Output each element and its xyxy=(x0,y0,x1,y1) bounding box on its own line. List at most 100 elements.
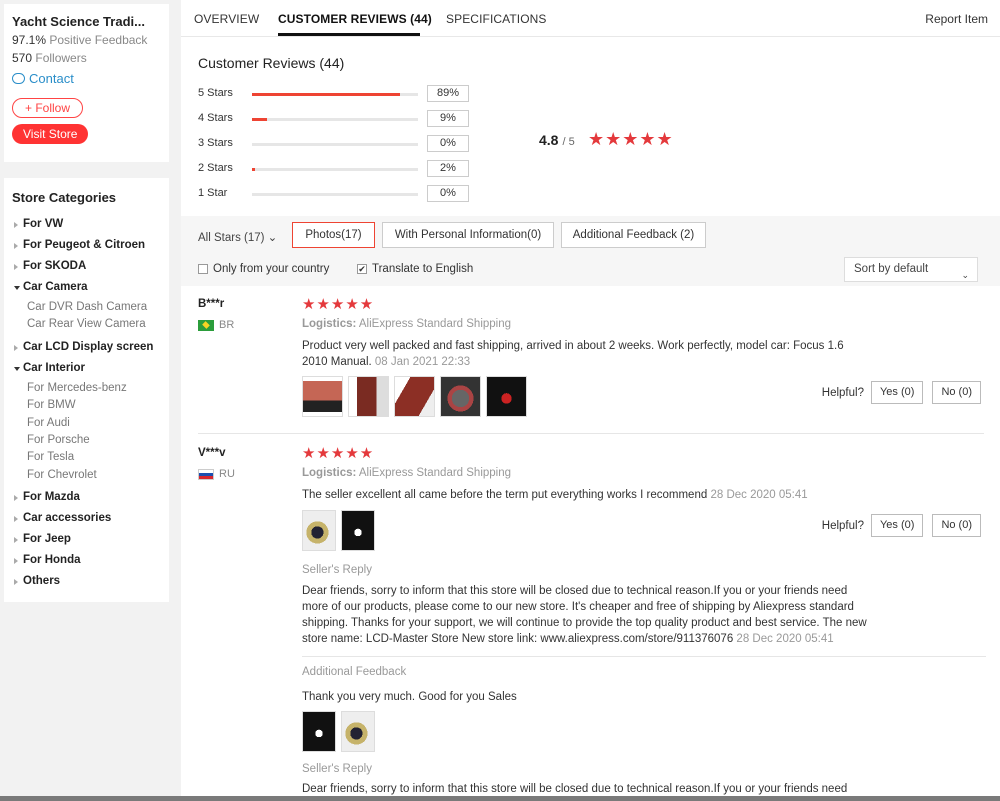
review-star-icons: ★★★★★ xyxy=(302,296,375,313)
category-item[interactable]: For Mazda xyxy=(12,488,161,509)
expand-arrow-icon xyxy=(14,243,18,249)
category-label: Car Camera xyxy=(23,281,88,293)
reviewer-country: RU xyxy=(198,468,235,480)
category-item[interactable]: Car Interior xyxy=(12,359,161,380)
review-photo-thumbnail[interactable] xyxy=(341,510,375,551)
category-label: Car accessories xyxy=(23,512,112,525)
logistics-label: Logistics: xyxy=(302,467,357,479)
tab-overview[interactable]: OVERVIEW xyxy=(194,12,259,26)
category-item[interactable]: Car LCD Display screen xyxy=(12,338,161,359)
subcategory-item[interactable]: For Audi xyxy=(12,415,161,432)
distribution-percent: 9% xyxy=(427,110,469,127)
review-photo-thumbnail[interactable] xyxy=(341,711,375,752)
contact-label: Contact xyxy=(29,71,74,86)
review-text: Product very well packed and fast shippi… xyxy=(302,338,872,370)
country-code: BR xyxy=(219,319,235,331)
category-item[interactable]: For SKODA xyxy=(12,257,161,278)
filter-photos-button[interactable]: Photos(17) xyxy=(292,222,375,248)
subcategory-item[interactable]: For Tesla xyxy=(12,449,161,466)
distribution-bar-fill xyxy=(252,93,400,96)
expand-arrow-icon xyxy=(14,558,18,565)
expand-arrow-icon xyxy=(14,516,18,523)
filter-personal-info-button[interactable]: With Personal Information(0) xyxy=(382,222,554,248)
sort-select[interactable]: Sort by default ⌄ xyxy=(844,257,978,282)
review-photo-thumbnail[interactable] xyxy=(302,711,336,752)
overall-star-icons: ★★★★★ xyxy=(588,129,674,149)
checkmark-icon[interactable]: ✔ xyxy=(357,264,367,274)
helpful-no-button[interactable]: No (0) xyxy=(932,514,981,537)
category-item[interactable]: For Peugeot & Citroen xyxy=(12,236,161,257)
translate-checkbox[interactable]: ✔ Translate to English xyxy=(357,263,473,275)
review-body: The seller excellent all came before the… xyxy=(302,489,708,501)
seller-reply-label: Seller's Reply xyxy=(302,763,372,775)
seller-reply-date: 28 Dec 2020 05:41 xyxy=(736,633,834,645)
follow-button[interactable]: + Follow xyxy=(12,98,84,118)
expand-arrow-icon xyxy=(14,537,18,544)
star-level-label: 2 Stars xyxy=(198,162,233,174)
rating-summary: Customer Reviews (44) 5 Stars 89% 4 Stars 9… xyxy=(181,37,1000,214)
distribution-bar-track xyxy=(252,193,418,196)
tab-customer-reviews[interactable]: CUSTOMER REVIEWS (44) xyxy=(278,12,432,26)
chevron-down-icon: ⌄ xyxy=(267,232,278,244)
helpful-no-button[interactable]: No (0) xyxy=(932,381,981,404)
helpful-votes: Helpful? Yes (0) No (0) xyxy=(822,381,981,404)
category-item[interactable]: Others xyxy=(12,572,161,593)
visit-store-button[interactable]: Visit Store xyxy=(12,124,89,144)
expand-arrow-icon xyxy=(14,344,18,351)
category-label: Car LCD Display screen xyxy=(23,340,154,353)
tab-specifications[interactable]: SPECIFICATIONS xyxy=(446,12,547,26)
star-distribution-row: 3 Stars 0% xyxy=(198,135,498,153)
seller-reply-text: Dear friends, sorry to inform that this … xyxy=(302,583,872,647)
followers-label: Followers xyxy=(35,51,87,65)
helpful-yes-button[interactable]: Yes (0) xyxy=(870,381,924,404)
review-photo-thumbnail[interactable] xyxy=(394,376,435,417)
subcategory-item[interactable]: Car Rear View Camera xyxy=(12,316,161,333)
checkbox-box[interactable] xyxy=(198,264,208,274)
all-stars-dropdown[interactable]: All Stars (17) ⌄ xyxy=(198,230,277,244)
reviews-title: Customer Reviews (44) xyxy=(198,55,345,71)
helpful-yes-button[interactable]: Yes (0) xyxy=(870,514,924,537)
reviewer-country: BR xyxy=(198,319,234,331)
contact-link[interactable]: Contact xyxy=(12,71,161,86)
review-photo-thumbnail[interactable] xyxy=(440,376,481,417)
subcategory-item[interactable]: For Porsche xyxy=(12,432,161,449)
filter-additional-feedback-button[interactable]: Additional Feedback (2) xyxy=(561,222,706,248)
review-photos xyxy=(302,376,527,417)
category-item[interactable]: Car Camera xyxy=(12,278,161,299)
category-item[interactable]: For Jeep xyxy=(12,530,161,551)
filter-bar: All Stars (17) ⌄ Photos(17) With Persona… xyxy=(181,216,1000,286)
additional-photos xyxy=(302,711,375,752)
report-item-link[interactable]: Report Item xyxy=(925,12,988,26)
store-name[interactable]: Yacht Science Tradi... xyxy=(12,14,161,29)
review-photo-thumbnail[interactable] xyxy=(348,376,389,417)
followers: 570 Followers xyxy=(12,51,161,65)
positive-feedback: 97.1% Positive Feedback xyxy=(12,33,161,47)
only-country-checkbox[interactable]: Only from your country xyxy=(198,263,329,275)
category-label: Car Interior xyxy=(23,361,85,374)
subcategory-item[interactable]: For Chevrolet xyxy=(12,467,161,484)
category-item[interactable]: For VW xyxy=(12,215,161,236)
seller-reply-label: Seller's Reply xyxy=(302,564,372,576)
distribution-bar-track xyxy=(252,168,418,171)
category-item[interactable]: For Honda xyxy=(12,551,161,572)
star-distribution-row: 2 Stars 2% xyxy=(198,160,498,178)
distribution-percent: 89% xyxy=(427,85,469,102)
subcategory-item[interactable]: Car DVR Dash Camera xyxy=(12,299,161,316)
category-item[interactable]: Car accessories xyxy=(12,509,161,530)
review-photo-thumbnail[interactable] xyxy=(302,510,336,551)
country-code: RU xyxy=(219,468,235,480)
subcategory-item[interactable]: For Mercedes-benz xyxy=(12,380,161,397)
review-photo-thumbnail[interactable] xyxy=(486,376,527,417)
reviewer-name: B***r xyxy=(198,298,225,310)
reply-divider xyxy=(302,656,986,657)
distribution-bar-fill xyxy=(252,118,267,121)
chat-bubble-icon xyxy=(12,73,25,84)
distribution-percent: 0% xyxy=(427,135,469,152)
star-level-label: 4 Stars xyxy=(198,112,233,124)
logistics-value: AliExpress Standard Shipping xyxy=(358,467,512,479)
followers-value: 570 xyxy=(12,51,33,65)
rating-max: / 5 xyxy=(562,136,575,148)
review-photo-thumbnail[interactable] xyxy=(302,376,343,417)
subcategory-item[interactable]: For BMW xyxy=(12,397,161,414)
distribution-bar-fill xyxy=(252,168,256,171)
